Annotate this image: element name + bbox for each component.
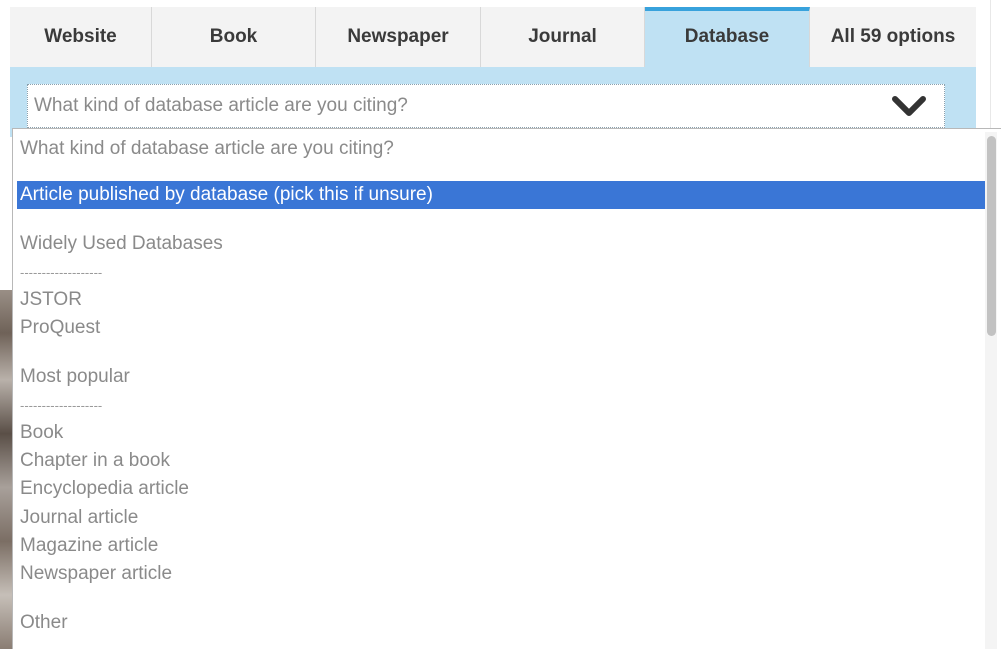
tab-journal[interactable]: Journal [481, 7, 645, 67]
option-journal-article[interactable]: Journal article [20, 504, 138, 532]
chevron-down-icon[interactable] [890, 95, 928, 119]
option-newspaper-article[interactable]: Newspaper article [20, 560, 172, 588]
option-encyclopedia-article[interactable]: Encyclopedia article [20, 475, 189, 503]
option-proquest[interactable]: ProQuest [20, 314, 100, 342]
source-type-tabs: Website Book Newspaper Journal Database … [10, 7, 976, 67]
optgroup-other: Other [20, 612, 68, 633]
background-photo-strip [0, 290, 12, 649]
tab-database[interactable]: Database [645, 7, 810, 67]
select-placeholder: What kind of database article are you ci… [34, 95, 408, 116]
scrollbar-thumb[interactable] [987, 136, 996, 336]
optgroup-most-popular: Most popular [20, 366, 130, 387]
option-book[interactable]: Book [20, 419, 63, 447]
option-magazine-article[interactable]: Magazine article [20, 532, 158, 560]
optgroup-widely-used-databases: Widely Used Databases [20, 233, 223, 254]
option-jstor[interactable]: JSTOR [20, 286, 82, 314]
option-chapter-in-a-book[interactable]: Chapter in a book [20, 447, 170, 475]
option-placeholder[interactable]: What kind of database article are you ci… [20, 135, 394, 163]
tab-website[interactable]: Website [10, 7, 152, 67]
option-article-published-by-database[interactable]: Article published by database (pick this… [17, 181, 985, 209]
dropdown-scrollbar[interactable] [985, 132, 997, 649]
tab-all-options[interactable]: All 59 options [810, 7, 976, 67]
tab-newspaper[interactable]: Newspaper [316, 7, 481, 67]
option-separator: ------------------- [20, 265, 103, 280]
tab-book[interactable]: Book [152, 7, 316, 67]
database-type-dropdown-list: What kind of database article are you ci… [12, 128, 1001, 649]
option-separator: ------------------- [20, 398, 103, 413]
database-type-select[interactable]: What kind of database article are you ci… [27, 84, 945, 128]
